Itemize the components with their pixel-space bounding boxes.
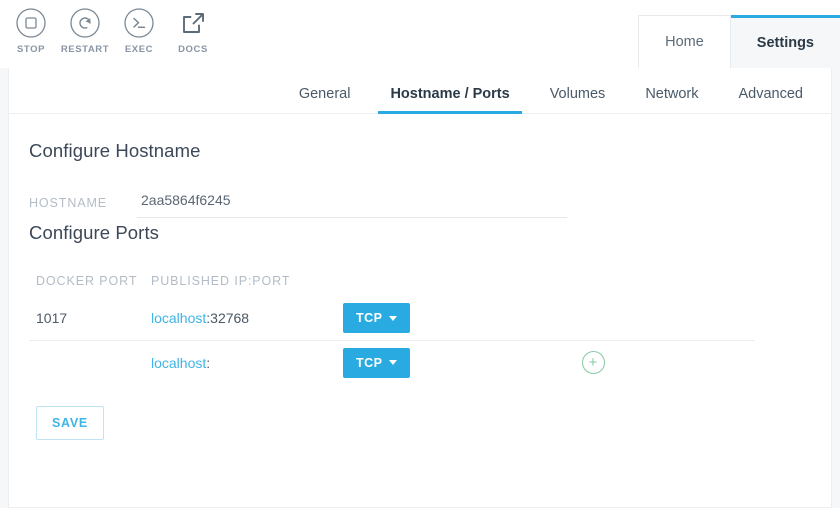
ports-table: DOCKER PORT PUBLISHED IP:PORT 1017 local… xyxy=(29,266,811,384)
protocol-cell-2: TCP xyxy=(343,347,503,378)
stop-button[interactable]: STOP xyxy=(4,7,58,55)
tab-general-label: General xyxy=(298,86,351,102)
protocol-cell-1: TCP xyxy=(343,303,503,333)
top-bar: STOP RESTART EXEC DOCS Home Settings xyxy=(0,0,840,68)
stop-icon xyxy=(15,7,47,39)
top-nav-tab-settings[interactable]: Settings xyxy=(730,15,840,68)
hostname-field-row: HOSTNAME xyxy=(29,192,811,218)
top-nav-tab-settings-label: Settings xyxy=(756,35,814,51)
exec-button[interactable]: EXEC xyxy=(112,7,166,55)
docs-label: DOCS xyxy=(178,44,208,55)
external-link-icon xyxy=(177,7,209,39)
docker-port-value-1[interactable]: 1017 xyxy=(29,310,151,326)
save-button[interactable]: SAVE xyxy=(36,406,104,440)
published-separator-2: : xyxy=(206,354,211,371)
tab-general[interactable]: General xyxy=(279,86,371,113)
tab-hostname-ports[interactable]: Hostname / Ports xyxy=(370,86,529,114)
configure-ports-heading: Configure Ports xyxy=(29,222,160,243)
stop-label: STOP xyxy=(16,44,46,55)
top-nav-tab-home-label: Home xyxy=(665,34,704,50)
app-root: STOP RESTART EXEC DOCS Home Settings Gen… xyxy=(0,0,840,508)
add-port-button[interactable]: + xyxy=(581,351,605,374)
restart-icon xyxy=(69,7,101,39)
container-actions-toolbar: STOP RESTART EXEC DOCS xyxy=(0,0,220,55)
settings-body: Configure Hostname HOSTNAME Configure Po… xyxy=(9,114,831,440)
protocol-dropdown-1[interactable]: TCP xyxy=(343,303,410,333)
published-host-2: localhost xyxy=(151,354,207,371)
tab-advanced[interactable]: Advanced xyxy=(719,86,824,113)
restart-button[interactable]: RESTART xyxy=(58,7,112,55)
settings-tab-bar: General Hostname / Ports Volumes Network… xyxy=(9,68,831,114)
published-port-1: 32768 xyxy=(210,310,250,326)
tab-network-label: Network xyxy=(645,86,699,102)
settings-card: General Hostname / Ports Volumes Network… xyxy=(8,68,832,508)
exec-label: EXEC xyxy=(124,44,154,55)
configure-hostname-heading: Configure Hostname xyxy=(29,140,201,161)
published-host-1: localhost xyxy=(151,310,207,326)
table-row: 1017 localhost:32768 TCP xyxy=(29,296,811,340)
column-header-docker-port: DOCKER PORT xyxy=(36,274,138,288)
hostname-label: HOSTNAME xyxy=(29,196,108,210)
protocol-dropdown-2[interactable]: TCP xyxy=(343,347,410,378)
add-cell-2: + xyxy=(503,351,683,374)
tab-network[interactable]: Network xyxy=(625,86,718,113)
protocol-dropdown-2-label: TCP xyxy=(356,355,383,370)
published-value-2[interactable]: localhost: xyxy=(151,355,343,371)
docs-button[interactable]: DOCS xyxy=(166,7,220,55)
chevron-down-icon xyxy=(388,315,397,321)
ports-table-header: DOCKER PORT PUBLISHED IP:PORT xyxy=(29,266,811,296)
top-nav-tab-home[interactable]: Home xyxy=(638,15,731,68)
restart-label: RESTART xyxy=(60,44,110,55)
chevron-down-icon xyxy=(388,360,397,365)
tab-volumes[interactable]: Volumes xyxy=(530,86,626,113)
table-row: localhost: TCP + xyxy=(29,340,755,384)
terminal-icon xyxy=(123,7,155,39)
tab-advanced-label: Advanced xyxy=(738,86,804,102)
published-value-1[interactable]: localhost:32768 xyxy=(151,310,343,326)
top-nav: Home Settings xyxy=(638,0,840,68)
protocol-dropdown-1-label: TCP xyxy=(356,311,383,325)
hostname-input[interactable] xyxy=(137,192,567,218)
column-header-published: PUBLISHED IP:PORT xyxy=(151,274,291,288)
tab-volumes-label: Volumes xyxy=(549,86,606,102)
tab-hostname-ports-label: Hostname / Ports xyxy=(390,86,510,102)
